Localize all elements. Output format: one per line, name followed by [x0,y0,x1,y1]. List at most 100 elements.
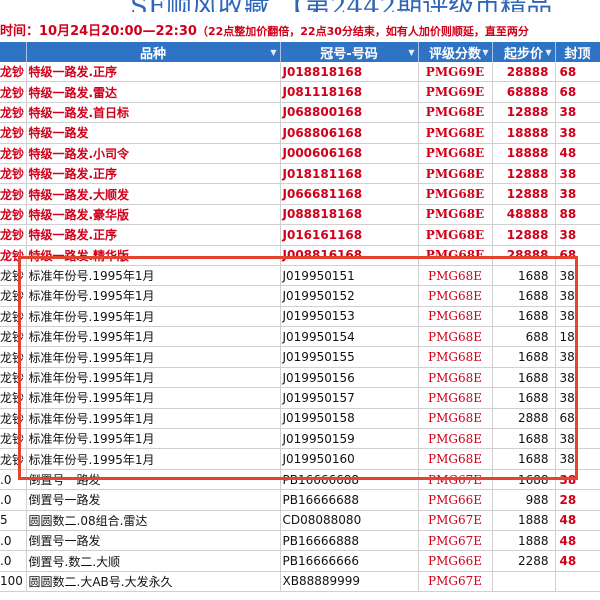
row-cap-price: 48 [555,530,600,552]
row-grade: PMG68E [418,387,493,409]
row-serial: J068800168 [280,102,419,124]
row-grade: PMG68E [418,448,493,470]
row-grade: PMG69E [418,62,493,83]
column-header-grade[interactable]: 评级分数 ▼ [418,42,493,62]
row-prefix: 龙钞 [0,387,27,409]
row-grade: PMG66E [418,489,493,511]
row-start-price: 48888 [492,204,556,226]
row-serial: J019950157 [280,387,419,409]
row-prefix: 5 [0,510,27,531]
table-row[interactable]: 5 圆圆数二.08组合.雷达 CD08088080 PMG67E 1888 48 [0,510,600,531]
row-serial: J081118168 [280,81,419,103]
row-cap-price: 68 [555,408,600,430]
column-header-cap-price[interactable]: 封顶 [555,42,600,62]
table-row[interactable]: 龙钞 特级一路发.正序 J016161168 PMG68E 12888 38 [0,224,600,246]
row-prefix: 龙钞 [0,245,27,266]
row-grade: PMG68E [418,326,493,348]
row-variety: 倒置号一路发 [26,530,281,552]
table-row[interactable]: 100 圆圆数二.大AB号.大发永久 XB88889999 PMG67E [0,571,600,593]
row-grade: PMG67E [418,530,493,552]
table-row[interactable]: 龙钞 特级一路发 J068806168 PMG68E 18888 38 [0,122,600,144]
table-row[interactable]: .0 倒置号一路发 PB16666888 PMG67E 1888 48 [0,530,600,552]
table-row[interactable]: .0 倒置号一路发 PB16666688 PMG67E 1688 38 [0,469,600,491]
column-header-serial[interactable]: 冠号-号码 ▼ [280,42,419,62]
filter-dropdown-icon[interactable]: ▼ [482,48,488,57]
row-prefix: 龙钞 [0,408,27,430]
row-start-price: 18888 [492,122,556,144]
table-row[interactable]: 龙钞 标准年份号.1995年1月 J019950159 PMG68E 1688 38 [0,428,600,450]
table-row[interactable]: 龙钞 特级一路发.豪华版 J088818168 PMG68E 48888 88 [0,204,600,226]
column-header-prefix[interactable] [0,42,27,62]
row-grade: PMG68E [418,306,493,328]
row-start-price: 2888 [492,408,556,430]
row-start-price: 1688 [492,346,556,368]
row-cap-price: 38 [555,306,600,328]
row-cap-price: 38 [555,122,600,144]
column-header-start-price[interactable]: 起步价 ▼ [492,42,556,62]
table-row[interactable]: 龙钞 标准年份号.1995年1月 J019950158 PMG68E 2888 68 [0,408,600,430]
row-variety: 特级一路发.豪华版 [26,204,281,226]
row-cap-price: 38 [555,469,600,491]
filter-dropdown-icon[interactable]: ▼ [270,48,276,57]
row-variety: 特级一路发.精华版 [26,245,281,266]
row-start-price: 28888 [492,245,556,266]
row-variety: 标准年份号.1995年1月 [26,428,281,450]
row-start-price: 1688 [492,367,556,389]
row-prefix: 龙钞 [0,285,27,307]
row-grade: PMG68E [418,408,493,430]
row-cap-price: 38 [555,224,600,246]
table-row[interactable]: 龙钞 标准年份号.1995年1月 J019950153 PMG68E 1688 38 [0,306,600,328]
table-row[interactable]: .0 倒置号一路发 PB16666688 PMG66E 988 28 [0,489,600,511]
row-cap-price: 48 [555,143,600,164]
row-variety: 标准年份号.1995年1月 [26,448,281,470]
table-row[interactable]: 龙钞 标准年份号.1995年1月 J019950156 PMG68E 1688 38 [0,367,600,389]
table-row[interactable]: 龙钞 标准年份号.1995年1月 J019950151 PMG68E 1688 38 [0,265,600,287]
filter-dropdown-icon[interactable]: ▼ [545,48,551,57]
row-cap-price: 38 [555,163,600,185]
row-serial: PB16666688 [280,469,419,491]
auction-time-note: （22点整加价翻倍，22点30分结束，如有人加价则顺延，直至两分 [196,25,529,38]
row-variety: 标准年份号.1995年1月 [26,408,281,430]
row-cap-price: 38 [555,428,600,450]
row-serial: J019950154 [280,326,419,348]
filter-dropdown-icon[interactable]: ▼ [408,48,414,57]
row-cap-price: 38 [555,367,600,389]
table-row[interactable]: 龙钞 标准年份号.1995年1月 J019950155 PMG68E 1688 38 [0,346,600,368]
row-cap-price [555,571,600,593]
row-prefix: .0 [0,550,27,572]
row-grade: PMG68E [418,265,493,287]
row-grade: PMG68E [418,163,493,185]
row-serial: J019950160 [280,448,419,470]
row-cap-price: 48 [555,550,600,572]
table-row[interactable]: 龙钞 特级一路发.首日标 J068800168 PMG68E 12888 38 [0,102,600,124]
table-row[interactable]: 龙钞 特级一路发.雷达 J081118168 PMG69E 68888 68 [0,81,600,103]
row-prefix: 龙钞 [0,163,27,185]
row-grade: PMG66E [418,550,493,572]
table-row[interactable]: 龙钞 标准年份号.1995年1月 J019950160 PMG68E 1688 38 [0,448,600,470]
table-row[interactable]: 龙钞 特级一路发.正序 J018818168 PMG69E 28888 68 [0,62,600,83]
row-cap-price: 38 [555,387,600,409]
row-variety: 标准年份号.1995年1月 [26,387,281,409]
row-prefix: 龙钞 [0,326,27,348]
row-start-price: 12888 [492,163,556,185]
table-row[interactable]: 龙钞 特级一路发.精华版 J008816168 PMG68E 28888 68 [0,245,600,266]
row-prefix: 龙钞 [0,183,27,205]
table-row[interactable]: 龙钞 特级一路发.小司令 J000606168 PMG68E 18888 48 [0,143,600,164]
column-header-variety[interactable]: 品种 ▼ [26,42,281,62]
row-start-price: 1688 [492,469,556,491]
row-start-price: 988 [492,489,556,511]
table-row[interactable]: .0 倒置号.数二.大顺 PB16666666 PMG66E 2288 48 [0,550,600,572]
row-variety: 标准年份号.1995年1月 [26,367,281,389]
row-cap-price: 38 [555,346,600,368]
row-grade: PMG68E [418,102,493,124]
table-row[interactable]: 龙钞 特级一路发.大顺发 J066681168 PMG68E 12888 38 [0,183,600,205]
row-serial: J008816168 [280,245,419,266]
row-variety: 特级一路发.正序 [26,163,281,185]
table-row[interactable]: 龙钞 标准年份号.1995年1月 J019950157 PMG68E 1688 38 [0,387,600,409]
row-serial: J088818168 [280,204,419,226]
table-row[interactable]: 龙钞 标准年份号.1995年1月 J019950152 PMG68E 1688 38 [0,285,600,307]
row-variety: 标准年份号.1995年1月 [26,265,281,287]
table-row[interactable]: 龙钞 标准年份号.1995年1月 J019950154 PMG68E 688 18 [0,326,600,348]
table-row[interactable]: 龙钞 特级一路发.正序 J018181168 PMG68E 12888 38 [0,163,600,185]
row-prefix: 100 [0,571,27,593]
